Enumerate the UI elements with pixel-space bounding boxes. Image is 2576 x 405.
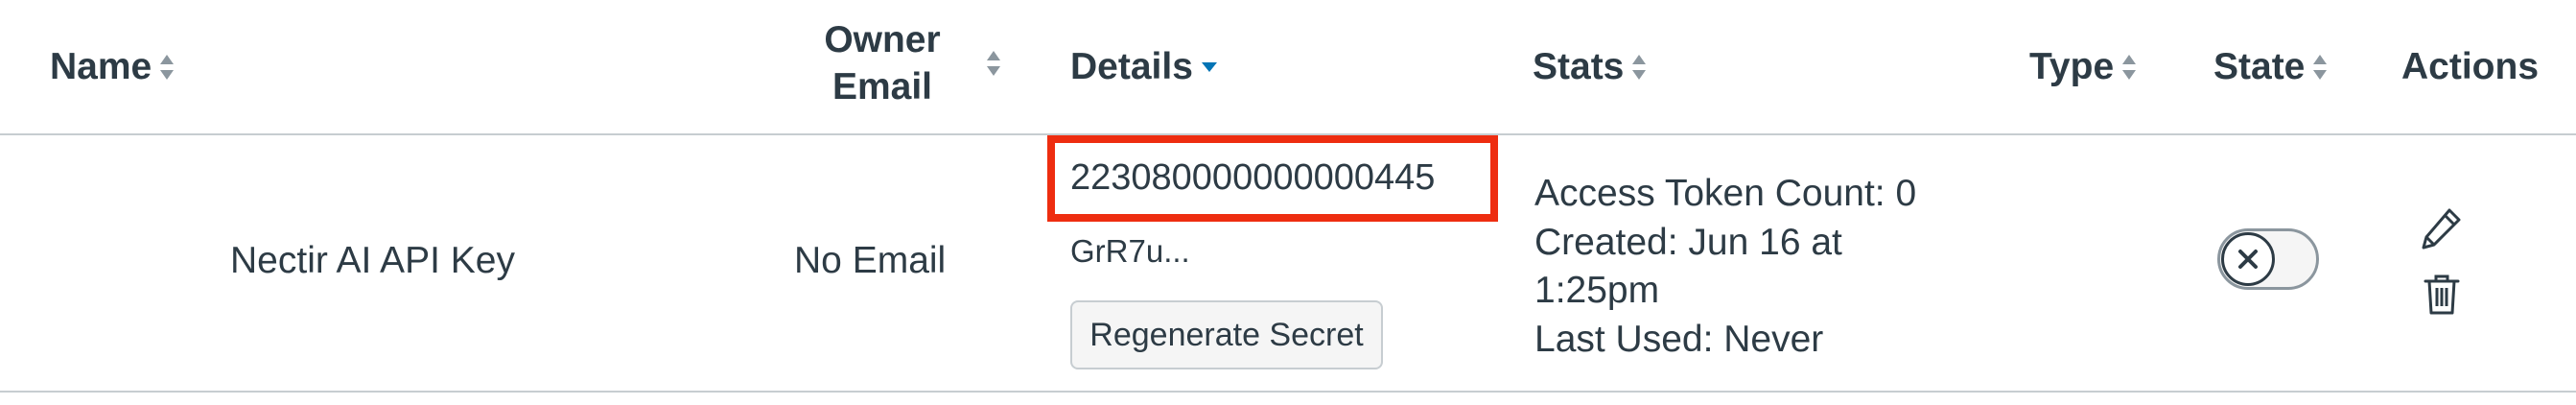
column-header-type[interactable]: Type xyxy=(2029,40,2137,94)
row-divider xyxy=(0,391,2576,393)
sort-icon xyxy=(2121,52,2137,83)
column-header-state[interactable]: State xyxy=(2213,40,2328,94)
table-row: Nectir AI API Key No Email 2230800000000… xyxy=(0,135,2576,391)
column-header-owner-email[interactable]: Owner Email xyxy=(815,17,1007,113)
x-icon xyxy=(2238,250,2258,269)
trash-icon xyxy=(2424,274,2460,315)
stats-created-line1: Created: Jun 16 at xyxy=(1534,221,1842,263)
column-header-details[interactable]: Details xyxy=(1070,40,1217,94)
delete-button[interactable] xyxy=(2423,274,2461,316)
row-details-id: 223080000000000445 xyxy=(1070,157,1436,198)
state-toggle[interactable] xyxy=(2217,228,2319,290)
row-stats: Access Token Count: 0 Created: Jun 16 at… xyxy=(1534,170,1956,365)
stats-access-token-count: Access Token Count: 0 xyxy=(1534,173,1917,214)
column-header-name-label: Name xyxy=(50,45,152,87)
column-header-type-label: Type xyxy=(2029,45,2115,87)
column-header-actions-label: Actions xyxy=(2401,45,2540,87)
row-name: Nectir AI API Key xyxy=(230,240,515,281)
row-owner-email: No Email xyxy=(794,240,947,281)
column-header-owner-label-line1: Owner xyxy=(824,19,941,60)
regenerate-secret-button[interactable]: Regenerate Secret xyxy=(1070,300,1383,369)
sort-icon xyxy=(986,48,1001,79)
stats-created-line2: 1:25pm xyxy=(1534,270,1660,312)
sort-icon xyxy=(1631,52,1647,83)
column-header-stats[interactable]: Stats xyxy=(1533,40,1647,94)
pencil-icon xyxy=(2422,208,2461,250)
toggle-knob xyxy=(2221,232,2275,286)
column-header-owner-label-line2: Email xyxy=(831,65,933,107)
sort-desc-icon xyxy=(1201,60,1217,74)
sort-icon xyxy=(159,52,175,83)
column-header-details-label: Details xyxy=(1070,45,1193,87)
column-header-name[interactable]: Name xyxy=(50,40,175,94)
column-header-actions: Actions xyxy=(2401,40,2539,94)
row-details-secret: GrR7u... xyxy=(1070,233,1190,269)
edit-button[interactable] xyxy=(2421,206,2463,250)
column-header-state-label: State xyxy=(2213,45,2306,87)
sort-icon xyxy=(2312,52,2328,83)
column-header-stats-label: Stats xyxy=(1533,45,1625,87)
stats-last-used: Last Used: Never xyxy=(1534,319,1824,361)
